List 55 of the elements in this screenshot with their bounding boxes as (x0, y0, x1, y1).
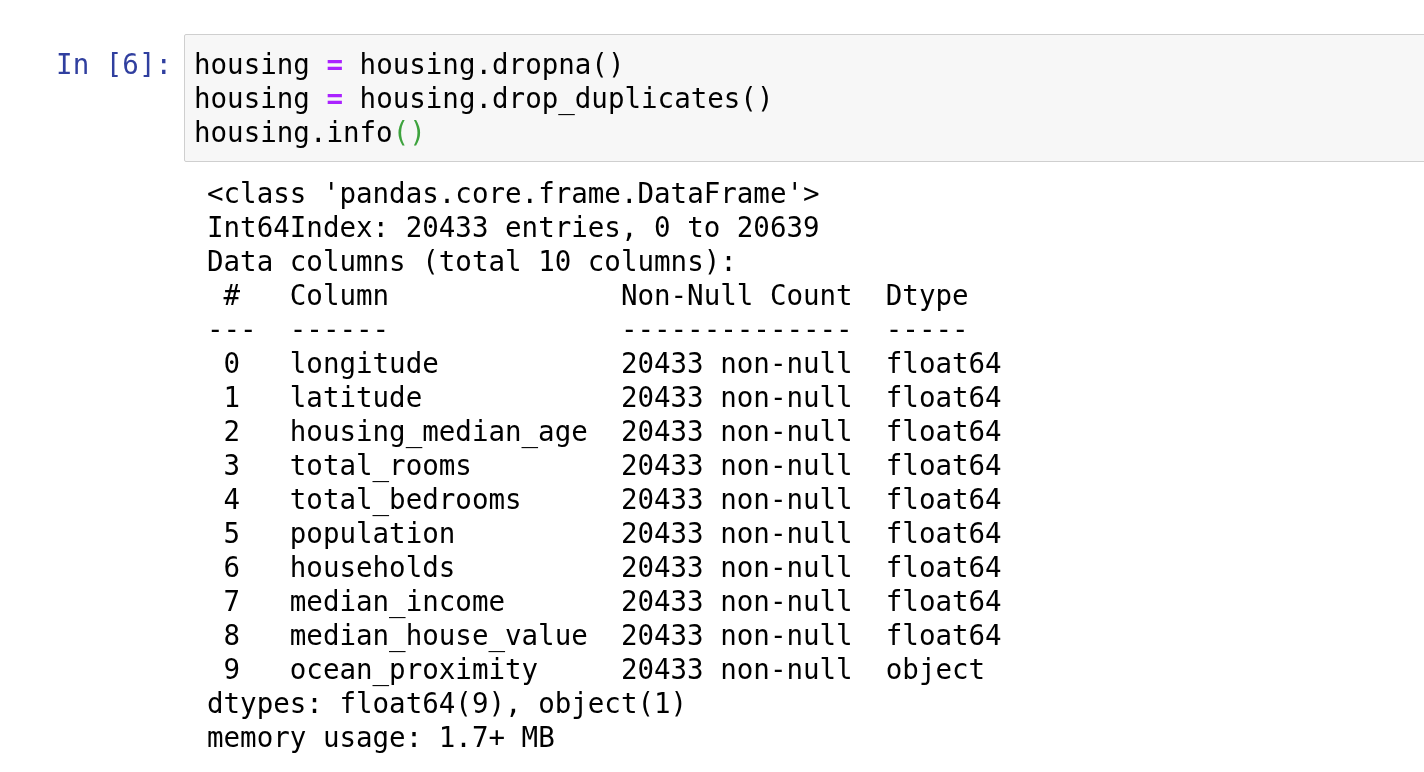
table-cell-text: longitude (289, 346, 440, 380)
table-cell: 20433 non-null (620, 346, 853, 380)
table-cell-text: 9 (222, 652, 242, 686)
table-cell: float64 (885, 584, 1002, 618)
table-cell: float64 (885, 380, 1002, 414)
table-cell: 20433 non-null (620, 516, 853, 550)
table-cell-text: total_bedrooms (289, 482, 523, 516)
table-cell-text: object (885, 652, 987, 686)
output-line: Int64Index: 20433 entries, 0 to 20639 (207, 210, 820, 244)
table-cell-text: ocean_proximity (289, 652, 540, 686)
table-cell-text: median_income (289, 584, 506, 618)
table-cell-text: 2 (222, 414, 242, 448)
table-cell: 20433 non-null (620, 550, 853, 584)
output-line: Data columns (total 10 columns): (207, 244, 737, 278)
table-cell-text: latitude (289, 380, 424, 414)
table-cell-text: 3 (222, 448, 242, 482)
table-cell-text: 7 (222, 584, 242, 618)
table-cell: 20433 non-null (620, 618, 853, 652)
output-line: dtypes: float64(9), object(1) (207, 686, 688, 720)
code-input[interactable]: housing = housing.dropna() housing = housing.drop_duplicates() housing.info() (184, 34, 1424, 162)
table-cell: housing_median_age (289, 414, 588, 448)
header-rule: -------------- (620, 312, 853, 346)
header-rule: ------ (289, 312, 391, 346)
table-cell: median_house_value (289, 618, 588, 652)
table-cell-text: total_rooms (289, 448, 473, 482)
table-cell-text: 0 (222, 346, 242, 380)
table-cell: float64 (885, 448, 1002, 482)
table-cell-text: 8 (222, 618, 242, 652)
table-cell: 20433 non-null (620, 414, 853, 448)
output-line: memory usage: 1.7+ MB (207, 720, 555, 754)
table-cell: float64 (885, 618, 1002, 652)
table-cell: 20433 non-null (620, 584, 853, 618)
column-header: # (222, 278, 242, 312)
table-cell-text: 4 (222, 482, 242, 516)
table-cell-text: 6 (222, 550, 242, 584)
input-prompt: In [6]: (55, 47, 173, 81)
table-cell: float64 (885, 550, 1002, 584)
table-cell: float64 (885, 516, 1002, 550)
column-header: Dtype (885, 278, 970, 312)
table-cell: float64 (885, 346, 1002, 380)
table-cell: 20433 non-null (620, 652, 853, 686)
table-cell: float64 (885, 482, 1002, 516)
column-header: Non-Null Count (620, 278, 853, 312)
table-cell-text: 5 (222, 516, 242, 550)
table-cell-text: households (289, 550, 457, 584)
header-rule: --- (207, 312, 257, 346)
table-cell: 20433 non-null (620, 482, 853, 516)
column-header: Column (289, 278, 391, 312)
table-cell-text: population (289, 516, 457, 550)
table-cell: 20433 non-null (620, 380, 853, 414)
table-cell: 20433 non-null (620, 448, 853, 482)
header-rule: ----- (885, 312, 970, 346)
table-cell: float64 (885, 414, 1002, 448)
table-cell-text: 1 (222, 380, 242, 414)
output-line: <class 'pandas.core.frame.DataFrame'> (207, 176, 820, 210)
